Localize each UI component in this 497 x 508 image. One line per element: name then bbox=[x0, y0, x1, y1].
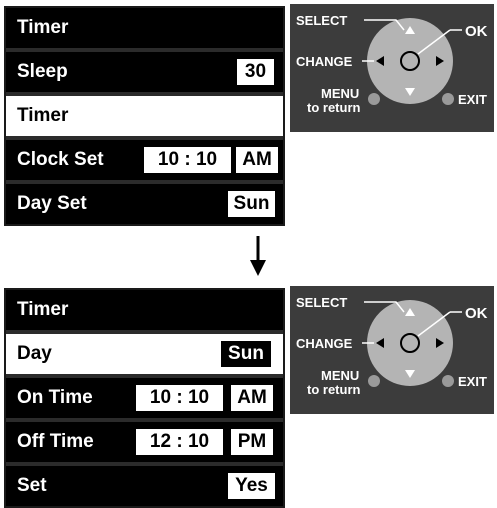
value-box: 10 : 10 bbox=[136, 385, 223, 411]
change-label: CHANGE bbox=[296, 54, 353, 69]
menu-row-on-time[interactable]: On Time 10 : 10 AM bbox=[6, 378, 283, 418]
ok-label: OK bbox=[465, 23, 488, 40]
select-label: SELECT bbox=[296, 13, 348, 28]
exit-label: EXIT bbox=[458, 374, 487, 389]
menu-panel-1: Timer Sleep 30 Timer Clock Set 10 : 10 A… bbox=[4, 6, 285, 226]
row-label: Sleep bbox=[17, 61, 68, 82]
menu-panel-2: Timer Day Sun On Time 10 : 10 AM Off Tim… bbox=[4, 288, 285, 508]
to-return-label: to return bbox=[307, 382, 361, 397]
menu-row-off-time[interactable]: Off Time 12 : 10 PM bbox=[6, 422, 283, 462]
value-box: 12 : 10 bbox=[136, 429, 223, 455]
row-label: Timer bbox=[17, 105, 69, 126]
value-box: Sun bbox=[228, 191, 275, 217]
ok-button[interactable] bbox=[400, 51, 420, 71]
value-box: Sun bbox=[221, 341, 271, 367]
menu-label: MENU bbox=[321, 368, 360, 383]
select-label: SELECT bbox=[296, 295, 348, 310]
exit-button[interactable] bbox=[442, 375, 454, 387]
value-box: PM bbox=[231, 429, 273, 455]
menu-title-row: Timer bbox=[6, 290, 283, 330]
menu-row-day-set[interactable]: Day Set Sun bbox=[6, 184, 283, 224]
menu-title-row: Timer bbox=[6, 8, 283, 48]
remote-control-2: SELECT OK CHANGE MENU to return EXIT bbox=[290, 286, 494, 414]
row-label: Off Time bbox=[17, 431, 94, 452]
to-return-label: to return bbox=[307, 100, 361, 115]
menu-button[interactable] bbox=[368, 93, 380, 105]
menu-row-clock-set[interactable]: Clock Set 10 : 10 AM bbox=[6, 140, 283, 180]
menu-label: MENU bbox=[321, 86, 360, 101]
remote-control-1: SELECT OK CHANGE MENU to return EXIT bbox=[290, 4, 494, 132]
value-box: 30 bbox=[237, 59, 274, 85]
row-label: On Time bbox=[17, 387, 93, 408]
row-label: Timer bbox=[17, 17, 69, 38]
value-box: 10 : 10 bbox=[144, 147, 231, 173]
row-label: Day Set bbox=[17, 193, 87, 214]
change-label: CHANGE bbox=[296, 336, 353, 351]
value-box: Yes bbox=[228, 473, 275, 499]
menu-button[interactable] bbox=[368, 375, 380, 387]
menu-row-day-selected[interactable]: Day Sun bbox=[6, 334, 283, 374]
exit-button[interactable] bbox=[442, 93, 454, 105]
ok-label: OK bbox=[465, 305, 488, 322]
ok-button[interactable] bbox=[400, 333, 420, 353]
row-label: Day bbox=[17, 343, 52, 364]
down-arrow-icon bbox=[250, 236, 266, 276]
row-label: Timer bbox=[17, 299, 69, 320]
exit-label: EXIT bbox=[458, 92, 487, 107]
menu-row-sleep[interactable]: Sleep 30 bbox=[6, 52, 283, 92]
value-box: AM bbox=[231, 385, 273, 411]
row-label: Set bbox=[17, 475, 47, 496]
value-box: AM bbox=[236, 147, 278, 173]
menu-row-set[interactable]: Set Yes bbox=[6, 466, 283, 506]
menu-row-timer-selected[interactable]: Timer bbox=[6, 96, 283, 136]
row-label: Clock Set bbox=[17, 149, 104, 170]
